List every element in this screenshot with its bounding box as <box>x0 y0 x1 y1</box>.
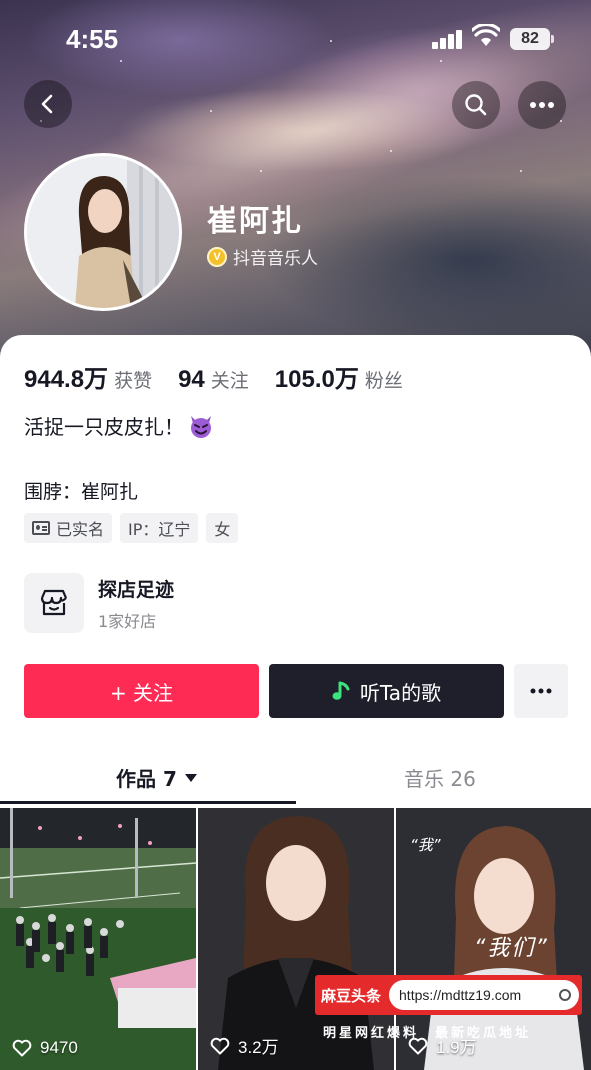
ad-url-field[interactable]: https://mdttz19.com <box>389 980 580 1010</box>
tag-gender-label: 女 <box>214 520 231 539</box>
tag-real-name-label: 已实名 <box>56 520 105 539</box>
likes-count[interactable]: 944.8万 <box>24 359 108 394</box>
search-button[interactable] <box>452 81 500 129</box>
search-icon <box>465 94 487 116</box>
video-likes-count: 3.2万 <box>238 1038 279 1057</box>
video-caption-big: “我们” <box>474 936 549 961</box>
chevron-left-icon <box>41 94 53 114</box>
shop-visits-entry[interactable]: 探店足迹 1家好店 <box>24 573 174 633</box>
more-dots-icon <box>530 688 552 694</box>
following-label: 关注 <box>210 370 249 392</box>
video-likes: 9470 <box>12 1038 78 1058</box>
action-buttons: + 关注 听Ta的歌 <box>24 664 568 718</box>
wifi-icon <box>472 24 500 46</box>
following-count[interactable]: 94 <box>178 366 205 394</box>
tag-ip-label: IP：辽宁 <box>128 520 191 539</box>
followers-label: 粉丝 <box>364 370 403 392</box>
shop-subtitle: 1家好店 <box>98 611 157 631</box>
verified-label: 抖音音乐人 <box>233 249 318 269</box>
avatar[interactable] <box>24 153 182 311</box>
bio-text: 活捉一只皮皮扎！ <box>24 415 184 439</box>
listen-songs-label: 听Ta的歌 <box>359 680 442 705</box>
back-button[interactable] <box>24 80 72 128</box>
bio: 活捉一只皮皮扎！ <box>24 411 214 440</box>
music-note-icon <box>332 681 350 700</box>
shop-icon <box>24 573 84 633</box>
verified-badge-row: V 抖音音乐人 <box>207 244 318 269</box>
status-bar: 4:55 82 <box>0 0 591 80</box>
follow-button[interactable]: + 关注 <box>24 664 259 718</box>
avatar-photo <box>27 156 179 308</box>
circle-icon <box>559 989 572 1001</box>
listen-songs-button[interactable]: 听Ta的歌 <box>269 664 504 718</box>
weibo-handle: 围脖：崔阿扎 <box>24 481 139 503</box>
profile-stats: 944.8万 获赞 94 关注 105.0万 粉丝 <box>24 359 429 394</box>
shop-title: 探店足迹 <box>98 578 175 601</box>
tag-gender: 女 <box>206 513 239 543</box>
profile-name: 崔阿扎 <box>207 204 303 239</box>
verified-icon: V <box>207 246 227 267</box>
id-card-icon <box>32 521 50 535</box>
ad-brand: 麻豆头条 <box>321 986 382 1005</box>
tab-works-label: 作品 7 <box>116 767 177 791</box>
more-actions-button[interactable] <box>514 664 568 718</box>
tab-music[interactable]: 音乐 26 <box>404 763 476 792</box>
video-likes: 3.2万 <box>210 1033 279 1058</box>
caret-down-icon <box>184 773 197 782</box>
active-tab-indicator <box>0 801 296 804</box>
followers-count[interactable]: 105.0万 <box>275 359 359 394</box>
status-time: 4:55 <box>66 24 119 54</box>
smiling-devil-emoji-icon <box>191 415 211 438</box>
video-thumbnail[interactable]: 9470 <box>0 808 196 1070</box>
video-1-image <box>0 808 196 1070</box>
tab-works[interactable]: 作品 7 <box>116 763 197 792</box>
more-dots-icon <box>530 102 554 108</box>
more-options-button[interactable] <box>518 81 566 129</box>
heart-outline-icon <box>210 1037 230 1054</box>
content-tabs: 作品 7 音乐 26 <box>0 755 591 805</box>
video-likes-count: 9470 <box>40 1038 78 1057</box>
ad-url-text: https://mdttz19.com <box>399 987 522 1003</box>
tag-ip-location: IP：辽宁 <box>120 513 199 543</box>
heart-outline-icon <box>12 1039 32 1057</box>
battery-tip <box>551 35 554 43</box>
cellular-signal-icon <box>432 29 464 49</box>
battery-indicator: 82 <box>510 28 550 50</box>
profile-tags: 已实名 IP：辽宁 女 <box>24 513 239 543</box>
tab-music-label: 音乐 26 <box>404 767 476 791</box>
tag-real-name: 已实名 <box>24 513 113 543</box>
ad-tagline: 明星网红爆料 最新吃瓜地址 <box>323 1026 532 1041</box>
video-caption-small: “我” <box>410 836 441 854</box>
shop-text: 探店足迹 1家好店 <box>98 575 174 632</box>
overlay-ad-banner[interactable]: 麻豆头条 https://mdttz19.com <box>315 975 582 1015</box>
likes-label: 获赞 <box>114 370 153 392</box>
follow-button-label: + 关注 <box>109 680 174 705</box>
